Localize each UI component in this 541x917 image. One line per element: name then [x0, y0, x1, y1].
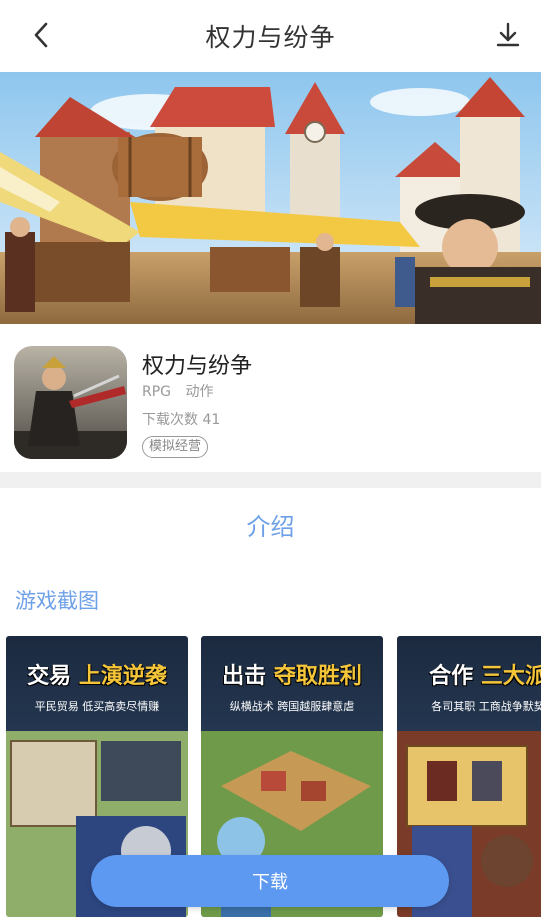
app-name: 权力与纷争	[142, 354, 253, 379]
category-label: 动作	[185, 384, 214, 400]
screenshot-subtitle: 纵横战术 跨国越服肆意虐	[229, 700, 355, 713]
screenshot-title-a: 出击	[222, 664, 267, 689]
download-icon	[496, 22, 520, 47]
screenshot-subtitle: 平民贸易 低买高卖尽情赚	[34, 700, 160, 713]
genre-tag: 模拟经营	[142, 436, 209, 458]
category-label: RPG	[142, 384, 172, 400]
back-button[interactable]	[26, 20, 56, 50]
screenshot-title-a: 交易	[27, 664, 72, 689]
screenshot-title-a: 合作	[429, 664, 474, 689]
screenshot-title: 合作 三大派	[397, 658, 541, 690]
app-categories: RPG 动作	[142, 381, 223, 401]
screenshot-title: 交易 上演逆袭	[6, 658, 188, 690]
app-info-section: 权力与纷争 RPG 动作 下载次数 41 模拟经营	[0, 324, 541, 472]
screenshot-subtitle: 各司其职 工商战争默契	[431, 700, 541, 713]
screenshots-section-title: 游戏截图	[15, 589, 99, 613]
page-title: 权力与纷争	[205, 23, 336, 52]
download-button[interactable]: 下载	[91, 855, 449, 907]
tab-intro[interactable]: 介绍	[0, 507, 541, 542]
top-bar: 权力与纷争	[0, 0, 541, 72]
download-count: 下载次数 41	[142, 412, 221, 428]
section-divider	[0, 472, 541, 488]
screenshot-title-b: 三大派	[480, 664, 541, 689]
chevron-left-icon	[34, 22, 48, 48]
screenshot-title-b: 上演逆袭	[78, 664, 167, 689]
screenshot-title-b: 夺取胜利	[273, 664, 362, 689]
download-icon-button[interactable]	[493, 20, 523, 50]
app-icon[interactable]	[14, 346, 127, 459]
game-banner-image	[0, 72, 541, 324]
screenshot-title: 出击 夺取胜利	[201, 658, 383, 690]
